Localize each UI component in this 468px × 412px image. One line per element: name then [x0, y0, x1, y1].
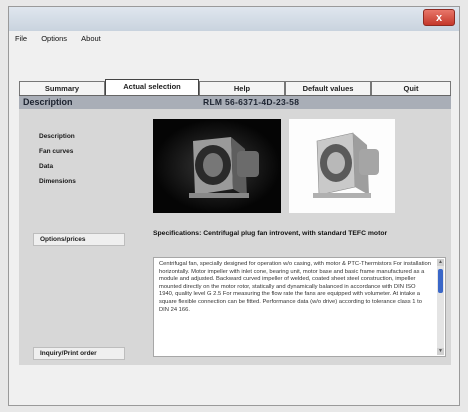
- menu-bar: File Options About: [9, 31, 459, 47]
- description-text: Centrifugal fan, specially designed for …: [159, 261, 431, 313]
- menu-about[interactable]: About: [75, 31, 107, 43]
- specifications-text: Specifications: Centrifugal plug fan int…: [153, 230, 388, 237]
- scroll-up-icon[interactable]: ▲: [437, 259, 444, 266]
- sidebar-link-description[interactable]: Description: [39, 133, 75, 140]
- tab-help[interactable]: Help: [199, 81, 285, 95]
- sidebar-link-dimensions[interactable]: Dimensions: [39, 178, 76, 185]
- description-scrollbar[interactable]: ▲ ▼: [437, 259, 444, 355]
- model-code: RLM 56-6371-4D-23-58: [203, 97, 300, 107]
- tab-actual-selection[interactable]: Actual selection: [105, 79, 199, 96]
- menu-file[interactable]: File: [9, 31, 33, 43]
- section-title: Description: [23, 97, 73, 107]
- scroll-down-icon[interactable]: ▼: [437, 348, 444, 355]
- tab-summary[interactable]: Summary: [19, 81, 105, 95]
- tab-default-values[interactable]: Default values: [285, 81, 371, 95]
- sidebar-link-fan-curves[interactable]: Fan curves: [39, 148, 73, 155]
- application-window: x File Options About Summary Actual sele…: [8, 6, 460, 406]
- scroll-thumb[interactable]: [438, 269, 443, 293]
- fan-photo-dark: [153, 119, 281, 213]
- fan-photo-light: [289, 119, 395, 213]
- title-bar: x: [9, 7, 459, 31]
- sidebar-link-data[interactable]: Data: [39, 163, 53, 170]
- options-prices-button[interactable]: Options/prices: [33, 233, 125, 246]
- menu-options[interactable]: Options: [35, 31, 73, 43]
- inquiry-print-order-button[interactable]: Inquiry/Print order: [33, 347, 125, 360]
- status-area: [19, 365, 451, 405]
- description-box: Centrifugal fan, specially designed for …: [153, 257, 446, 357]
- section-header: Description RLM 56-6371-4D-23-58: [19, 95, 451, 110]
- main-panel: Description Fan curves Data Dimensions O…: [19, 109, 451, 365]
- tab-strip: Summary Actual selection Help Default va…: [19, 79, 451, 96]
- tab-quit[interactable]: Quit: [371, 81, 451, 95]
- close-button[interactable]: x: [423, 9, 455, 26]
